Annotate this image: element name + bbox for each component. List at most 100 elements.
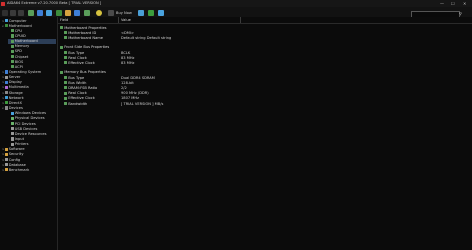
usb-devices-icon: [10, 127, 14, 131]
tree-item[interactable]: Device Resources: [8, 132, 56, 137]
property-row[interactable]: Bandwidth: [64, 102, 87, 107]
tree-item[interactable]: USB Devices: [8, 127, 56, 132]
database-icon: [4, 163, 8, 167]
field-label: DRAM:FSB Ratio: [68, 85, 98, 90]
folder-icon[interactable]: [65, 10, 71, 16]
tree-item-label: PCI Devices: [14, 121, 36, 126]
menu-icon[interactable]: [2, 10, 8, 16]
close-button[interactable]: ✕: [463, 1, 466, 6]
tree-item[interactable]: SPD: [8, 49, 56, 54]
field-label: Bus Type: [68, 75, 85, 80]
network-audit-icon[interactable]: [56, 10, 62, 16]
report-icon[interactable]: [28, 10, 34, 16]
tools-icon[interactable]: [84, 10, 90, 16]
tree-item-label: CPU: [14, 28, 22, 33]
tree-item[interactable]: > Config: [2, 158, 56, 163]
buy-now-button[interactable]: Buy Now: [116, 11, 132, 15]
tree-item[interactable]: > Software: [2, 147, 56, 152]
config-icon: [4, 157, 8, 162]
tree-item[interactable]: PCI Devices: [8, 122, 56, 127]
field-label: Real Clock: [68, 55, 87, 60]
field-label: Bus Type: [68, 50, 85, 55]
tree-item[interactable]: BIOS: [8, 60, 56, 65]
tree-item[interactable]: > Computer: [2, 19, 56, 24]
field-label: Bandwidth: [68, 101, 88, 106]
tree-item[interactable]: Chipset: [8, 55, 56, 60]
field-label: Motherboard Properties: [64, 25, 107, 30]
tree-item-label: Multimedia: [8, 85, 29, 90]
tree-item[interactable]: Printers: [8, 142, 56, 147]
tree-item[interactable]: > Server: [2, 75, 56, 80]
buy-now-icon[interactable]: [108, 10, 114, 16]
audit-icon[interactable]: [74, 10, 80, 16]
field-label: Real Clock: [68, 91, 87, 96]
bus-icon: [64, 61, 68, 65]
window-title: AIDA64 Extreme v7.20.7000 Beta [ TRIAL V…: [7, 1, 102, 6]
favorites-icon[interactable]: [46, 10, 52, 16]
tree-item[interactable]: ACPI: [8, 65, 56, 70]
tree-item-label: BIOS: [14, 59, 24, 64]
tree-item[interactable]: CPUID: [8, 34, 56, 39]
field-label: Motherboard ID: [68, 30, 97, 35]
tree-item[interactable]: Input: [8, 137, 56, 142]
tree-item[interactable]: > Display: [2, 80, 56, 85]
tree-item[interactable]: > Operating System: [2, 70, 56, 75]
memory-icon: [64, 96, 68, 100]
minimize-button[interactable]: —: [440, 1, 444, 6]
tree-item[interactable]: > Storage: [2, 91, 56, 96]
server-icon: [4, 75, 8, 79]
tree-item[interactable]: CPU: [8, 29, 56, 34]
refresh-icon[interactable]: [18, 10, 24, 16]
acpi-icon: [10, 65, 14, 69]
computer-icon[interactable]: [37, 10, 43, 16]
tree-item-label: Operating System: [8, 70, 42, 74]
directx-icon: [4, 101, 8, 105]
tree-item[interactable]: > Database: [2, 163, 56, 168]
tree-item-label: USB Devices: [14, 126, 38, 131]
tree-item-label: Display: [8, 80, 22, 85]
tree-item-label: Benchmark: [8, 167, 30, 172]
tree-item[interactable]: v Devices: [2, 106, 56, 111]
tree-item[interactable]: > Benchmark: [2, 168, 56, 173]
cpuid-icon: [10, 34, 14, 38]
memory-icon: [60, 70, 64, 74]
header-divider: [58, 23, 472, 24]
tree-item-label: Memory: [14, 44, 30, 49]
tree-item[interactable]: > Network: [2, 96, 56, 101]
memory-icon: [64, 75, 68, 80]
tree-item-label: Physical Devices: [14, 116, 45, 121]
info-icon[interactable]: [96, 10, 102, 16]
search-tool-icon[interactable]: [158, 10, 164, 16]
motherboard-icon: [60, 25, 64, 30]
maximize-button[interactable]: ☐: [451, 1, 455, 6]
tree-item-label: CPUID: [14, 33, 26, 38]
tree-item[interactable]: > Security: [2, 152, 56, 157]
search-icon[interactable]: ⚲: [458, 11, 463, 17]
tree-item[interactable]: Motherboard: [8, 39, 56, 44]
aida64-logo-icon: [1, 1, 5, 6]
input-icon: [10, 137, 14, 141]
computer-icon: [4, 18, 8, 23]
tree-item[interactable]: > Multimedia: [2, 85, 56, 90]
update-icon[interactable]: [148, 10, 154, 16]
memory-icon: [64, 101, 68, 106]
property-row[interactable]: Effective Clock: [64, 61, 95, 66]
tree-item-label: Software: [8, 147, 25, 152]
tree-item-label: Server: [8, 75, 21, 80]
bios-icon: [10, 60, 14, 64]
field-label: Motherboard Name: [68, 35, 103, 40]
tree-item-label: Config: [8, 157, 21, 162]
tree-item[interactable]: Physical Devices: [8, 116, 56, 121]
field-label: Bus Width: [68, 80, 87, 85]
tree-item[interactable]: v Motherboard: [2, 24, 56, 29]
windows-devices-icon: [10, 111, 14, 115]
benchmark-icon: [4, 168, 8, 172]
property-row[interactable]: Motherboard Name: [64, 36, 103, 41]
tree-item[interactable]: Windows Devices: [8, 111, 56, 116]
tree-item[interactable]: > DirectX: [2, 101, 56, 106]
download-icon[interactable]: [138, 10, 144, 16]
tree-item-label: Motherboard: [14, 39, 38, 44]
back-icon[interactable]: [10, 10, 16, 16]
tree-item[interactable]: Memory: [8, 44, 56, 49]
memory-icon: [10, 44, 14, 48]
